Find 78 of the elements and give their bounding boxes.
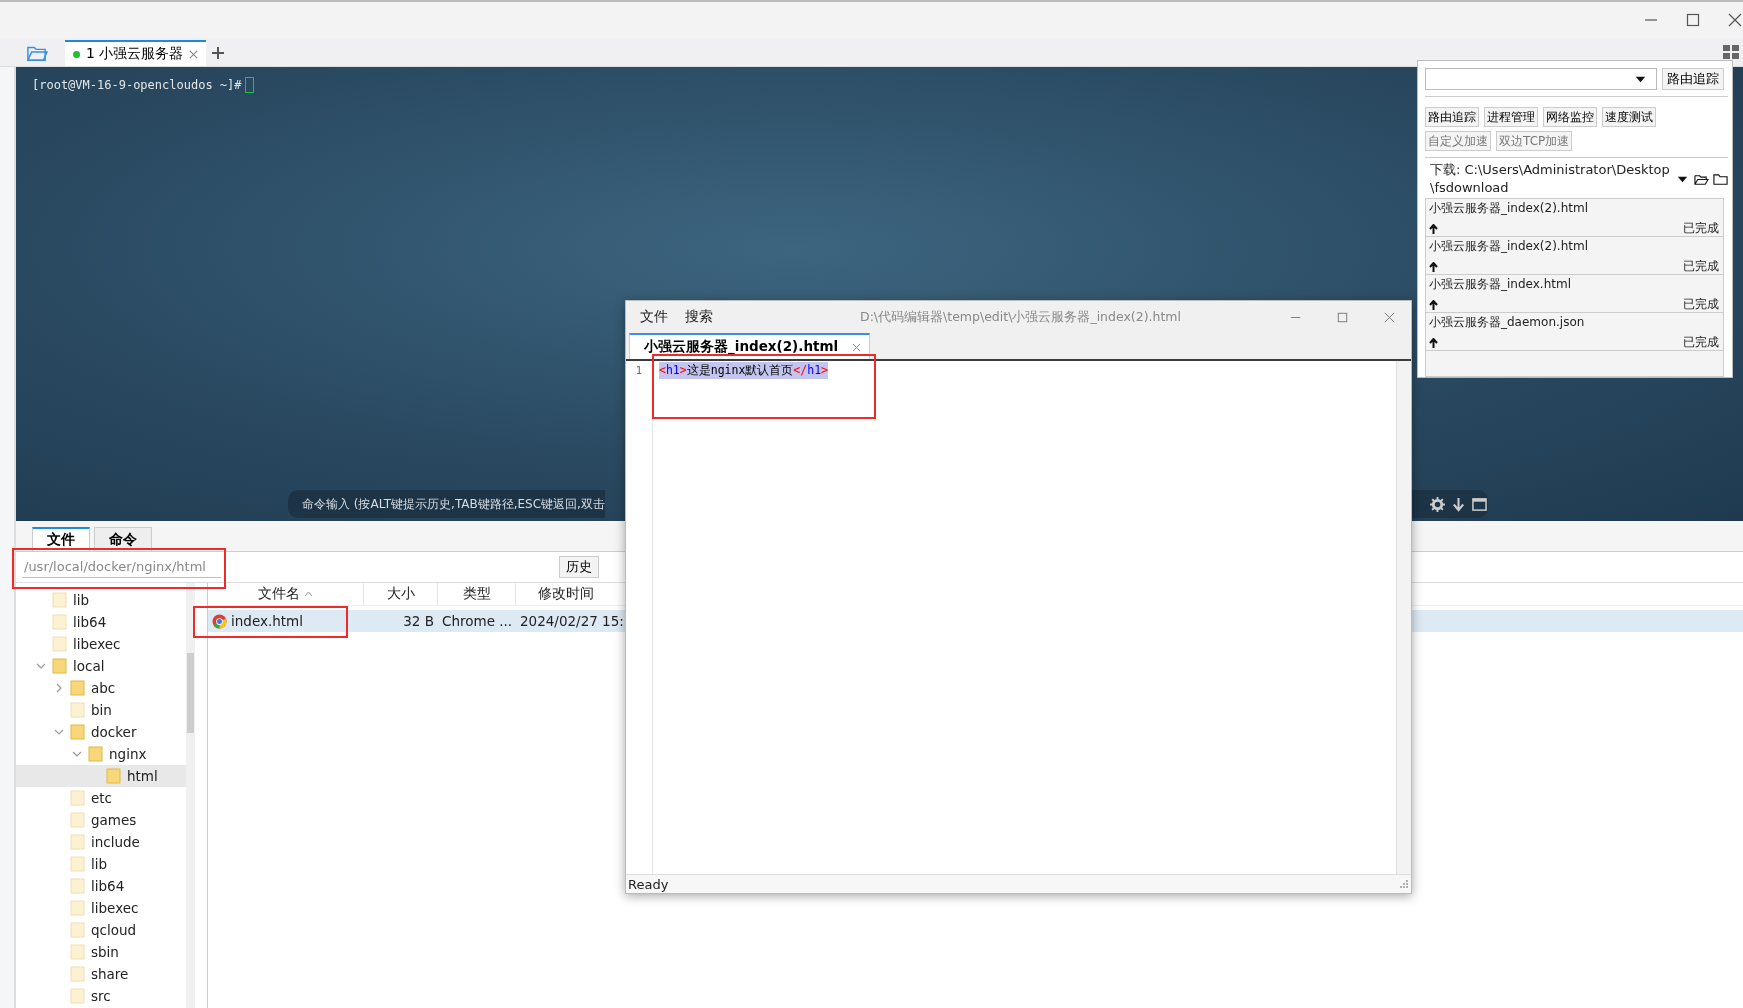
tree-item[interactable]: local [16, 655, 186, 677]
tool-button[interactable]: 进程管理 [1484, 107, 1538, 127]
status-text: Ready [628, 876, 669, 892]
table-cell-text: Chrome ... [441, 613, 514, 629]
window-title: D:\代码编辑器\temp\edit\小强云服务器_index(2).html [859, 308, 1182, 326]
tree-item[interactable]: libexec [16, 897, 186, 919]
transfer-name: 小强云服务器_index(2).html [1429, 238, 1589, 255]
tool-button[interactable]: 网络监控 [1543, 107, 1597, 127]
transfer-status: 已完成 [1683, 258, 1719, 275]
transfer-status: 已完成 [1683, 334, 1719, 351]
menu-item[interactable]: 搜索 [685, 308, 713, 326]
tree-item[interactable]: libexec [16, 633, 186, 655]
tree-item[interactable]: src [16, 985, 186, 1007]
line-number: 1 [634, 363, 644, 378]
plus-icon[interactable] [212, 47, 225, 59]
column-header[interactable]: 修改时间 [516, 583, 616, 605]
close-icon[interactable] [1727, 12, 1743, 28]
tree-item[interactable]: lib [16, 589, 186, 611]
up-arrow-icon [1429, 261, 1438, 272]
terminal-cursor [244, 77, 254, 93]
table-cell-text: 32 B [402, 613, 435, 629]
tree-item[interactable]: qcloud [16, 919, 186, 941]
tool-button[interactable]: 速度测试 [1602, 107, 1656, 127]
tree-item[interactable]: etc [16, 787, 186, 809]
transfer-status: 已完成 [1683, 220, 1719, 237]
down-arrow-icon[interactable] [1451, 496, 1466, 512]
window-icon[interactable] [1472, 496, 1487, 512]
download-path: 下载: C:\Users\Administrator\Desktop\fsdownload [1430, 161, 1671, 197]
session-tab[interactable]: 1 小强云服务器 [65, 40, 207, 66]
tree-item[interactable]: abc [16, 677, 186, 699]
folder-icon[interactable] [1713, 171, 1728, 187]
column-header[interactable]: 文件名 [208, 583, 364, 605]
up-arrow-icon [1429, 299, 1438, 310]
panel-tab[interactable]: 文件 [32, 527, 90, 551]
tree-item[interactable]: include [16, 831, 186, 853]
history-button[interactable]: 历史 [559, 556, 599, 578]
column-header[interactable]: 大小 [364, 583, 438, 605]
tree-item[interactable]: html [16, 765, 186, 787]
terminal-prompt: [root@VM-16-9-opencloudos ~]# [32, 78, 242, 92]
tree-item[interactable]: share [16, 963, 186, 985]
up-arrow-icon [1429, 337, 1438, 348]
tree-item[interactable]: lib64 [16, 875, 186, 897]
menu-item[interactable]: 文件 [640, 308, 668, 326]
tree-item[interactable]: nginx [16, 743, 186, 765]
tree-item[interactable]: lib64 [16, 611, 186, 633]
chevron-icon[interactable] [54, 683, 64, 693]
tree-item[interactable]: docker [16, 721, 186, 743]
panel-tab[interactable]: 命令 [94, 527, 152, 551]
vertical-scrollbar[interactable] [1396, 361, 1411, 874]
tree-item[interactable]: lib [16, 853, 186, 875]
tool-button[interactable]: 路由追踪 [1425, 107, 1479, 127]
chevron-icon[interactable] [72, 749, 82, 759]
close-icon[interactable] [189, 49, 199, 59]
transfer-name: 小强云服务器_index.html [1429, 276, 1572, 293]
column-header[interactable]: 类型 [438, 583, 516, 605]
transfer-status: 已完成 [1683, 296, 1719, 313]
trace-button[interactable]: 路由追踪 [1662, 68, 1724, 90]
transfer-name: 小强云服务器_index(2).html [1429, 200, 1589, 217]
settings-icon[interactable] [1430, 496, 1445, 512]
up-arrow-icon [1429, 223, 1438, 234]
resize-grip-icon[interactable] [1399, 879, 1409, 889]
maximize-icon[interactable] [1685, 12, 1701, 28]
close-icon[interactable] [852, 342, 862, 352]
tree-item[interactable]: bin [16, 699, 186, 721]
table-cell-text: 2024/02/27 15: [519, 613, 625, 629]
grid-icon[interactable] [1723, 45, 1739, 59]
command-hint: 命令输入 (按ALT键提示历史,TAB键路径,ESC键返回,双击 [302, 495, 605, 513]
file-tab[interactable]: 小强云服务器_index(2).html [629, 333, 871, 359]
host-dropdown[interactable] [1425, 68, 1657, 90]
file-name-cell[interactable]: index.html [208, 613, 364, 629]
chevron-icon[interactable] [36, 661, 46, 671]
chevron-icon[interactable] [54, 727, 64, 737]
circle-logo-icon [212, 613, 227, 629]
scrollbar-thumb[interactable] [187, 653, 194, 733]
transfer-name: 小强云服务器_daemon.json [1429, 314, 1586, 331]
command-input-bar[interactable]: 命令输入 (按ALT键提示历史,TAB键路径,ESC键返回,双击 [288, 490, 605, 518]
tree-item[interactable]: sbin [16, 941, 186, 963]
tree-item[interactable]: games [16, 809, 186, 831]
